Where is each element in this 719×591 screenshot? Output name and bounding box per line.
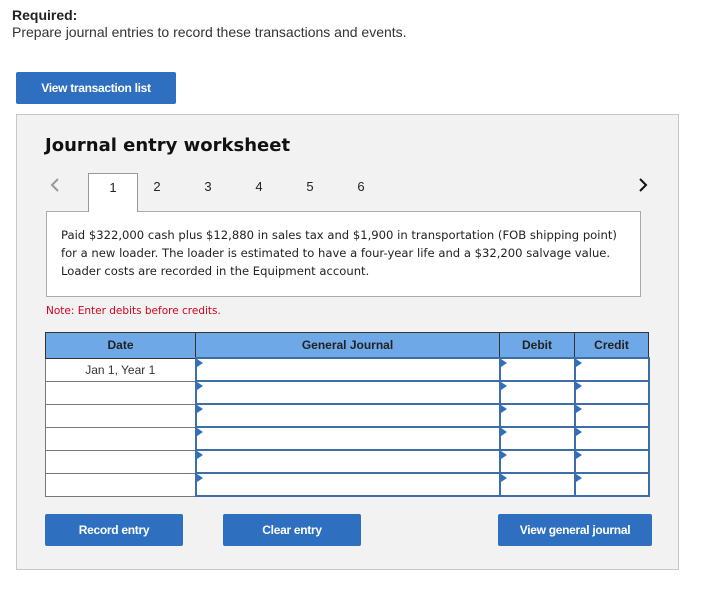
debit-input[interactable] <box>500 451 574 472</box>
column-header-general-journal: General Journal <box>195 332 500 359</box>
dropdown-marker-icon <box>196 451 203 459</box>
date-cell <box>45 426 196 451</box>
debit-cell <box>498 357 576 382</box>
dropdown-marker-icon <box>500 382 507 390</box>
tab-entry-1[interactable]: 1 <box>88 173 138 212</box>
date-cell <box>45 380 196 405</box>
dropdown-marker-icon <box>500 474 507 482</box>
credit-input[interactable] <box>575 405 648 426</box>
debit-cell <box>498 449 576 474</box>
credit-input[interactable] <box>575 474 648 495</box>
dropdown-marker-icon <box>575 474 582 482</box>
table-row <box>45 380 650 405</box>
chevron-left-icon <box>50 178 59 192</box>
general-journal-input[interactable] <box>196 451 499 472</box>
dropdown-marker-icon <box>500 359 507 367</box>
dropdown-marker-icon <box>196 382 203 390</box>
debit-input[interactable] <box>500 359 574 380</box>
debit-input[interactable] <box>500 474 574 495</box>
table-row <box>45 403 650 428</box>
dropdown-marker-icon <box>575 382 582 390</box>
general-journal-input[interactable] <box>196 382 499 403</box>
credit-cell <box>573 426 650 451</box>
tab-entry-2[interactable]: 2 <box>132 173 182 211</box>
date-cell <box>45 403 196 428</box>
credit-cell <box>573 380 650 405</box>
tab-entry-3[interactable]: 3 <box>183 173 233 211</box>
debit-cell <box>498 426 576 451</box>
journal-entry-table: Date General Journal Debit Credit Jan 1,… <box>45 332 650 497</box>
next-entry-button[interactable] <box>636 173 650 197</box>
tab-entry-6[interactable]: 6 <box>336 173 386 211</box>
dropdown-marker-icon <box>196 474 203 482</box>
journal-entry-worksheet-panel: Journal entry worksheet 1 2 3 4 5 6 Paid… <box>16 114 679 570</box>
credit-cell <box>573 403 650 428</box>
general-journal-cell <box>194 357 501 382</box>
record-entry-button[interactable]: Record entry <box>45 514 183 546</box>
credit-input[interactable] <box>575 428 648 449</box>
dropdown-marker-icon <box>196 359 203 367</box>
credit-cell <box>573 449 650 474</box>
general-journal-cell <box>194 449 501 474</box>
dropdown-marker-icon <box>575 359 582 367</box>
general-journal-input[interactable] <box>196 474 499 495</box>
credit-input[interactable] <box>575 451 648 472</box>
debit-cell <box>498 403 576 428</box>
column-header-debit: Debit <box>499 332 575 359</box>
clear-entry-button[interactable]: Clear entry <box>223 514 361 546</box>
tab-entry-5[interactable]: 5 <box>285 173 335 211</box>
dropdown-marker-icon <box>575 451 582 459</box>
date-cell <box>45 449 196 474</box>
view-general-journal-button[interactable]: View general journal <box>498 514 652 546</box>
debit-credit-note: Note: Enter debits before credits. <box>46 305 221 317</box>
general-journal-cell <box>194 426 501 451</box>
dropdown-marker-icon <box>575 405 582 413</box>
dropdown-marker-icon <box>500 428 507 436</box>
column-header-date: Date <box>45 332 196 359</box>
table-row <box>45 449 650 474</box>
credit-cell <box>573 357 650 382</box>
debit-input[interactable] <box>500 405 574 426</box>
date-cell <box>45 472 196 497</box>
transaction-description: Paid $322,000 cash plus $12,880 in sales… <box>46 211 641 297</box>
general-journal-cell <box>194 380 501 405</box>
date-cell: Jan 1, Year 1 <box>45 357 196 382</box>
debit-input[interactable] <box>500 382 574 403</box>
table-header-row: Date General Journal Debit Credit <box>45 332 649 359</box>
table-row <box>45 472 650 497</box>
table-row: Jan 1, Year 1 <box>45 357 650 382</box>
general-journal-cell <box>194 403 501 428</box>
dropdown-marker-icon <box>500 405 507 413</box>
credit-cell <box>573 472 650 497</box>
dropdown-marker-icon <box>575 428 582 436</box>
general-journal-input[interactable] <box>196 428 499 449</box>
debit-cell <box>498 380 576 405</box>
credit-input[interactable] <box>575 359 648 380</box>
tab-entry-4[interactable]: 4 <box>234 173 284 211</box>
debit-input[interactable] <box>500 428 574 449</box>
worksheet-title: Journal entry worksheet <box>45 135 291 156</box>
general-journal-input[interactable] <box>196 405 499 426</box>
dropdown-marker-icon <box>196 405 203 413</box>
dropdown-marker-icon <box>196 428 203 436</box>
dropdown-marker-icon <box>500 451 507 459</box>
credit-input[interactable] <box>575 382 648 403</box>
table-row <box>45 426 650 451</box>
debit-cell <box>498 472 576 497</box>
instructions-text: Prepare journal entries to record these … <box>12 24 407 40</box>
view-transaction-list-button[interactable]: View transaction list <box>16 72 176 104</box>
general-journal-input[interactable] <box>196 359 499 380</box>
required-label: Required: <box>12 7 78 23</box>
prev-entry-button[interactable] <box>48 173 62 197</box>
general-journal-cell <box>194 472 501 497</box>
chevron-right-icon <box>639 178 648 192</box>
column-header-credit: Credit <box>574 332 649 359</box>
